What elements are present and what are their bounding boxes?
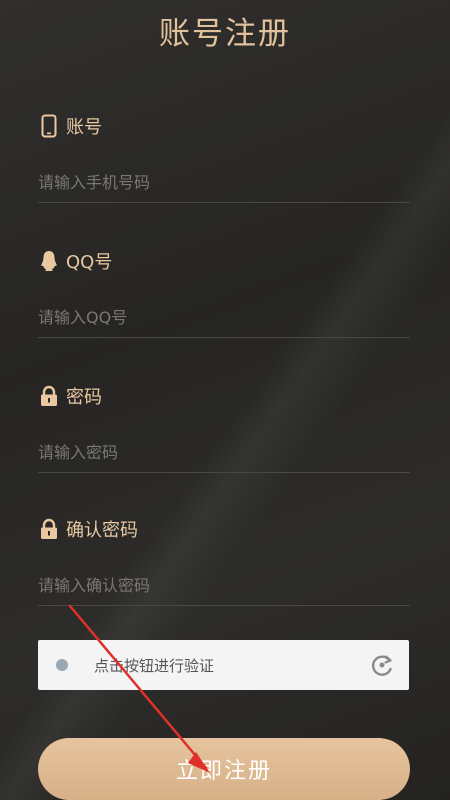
account-input-wrap bbox=[38, 162, 410, 203]
register-button[interactable]: 立即注册 bbox=[38, 738, 410, 800]
qq-input[interactable] bbox=[38, 297, 410, 337]
lock-icon bbox=[38, 517, 60, 541]
phone-icon bbox=[38, 114, 60, 138]
qq-penguin-icon bbox=[38, 249, 60, 273]
confirm-password-label-row: 确认密码 bbox=[38, 515, 138, 543]
confirm-password-label: 确认密码 bbox=[66, 520, 138, 541]
captcha-dot bbox=[56, 659, 68, 671]
captcha-verify-box[interactable]: 点击按钮进行验证 bbox=[38, 640, 409, 690]
password-label-row: 密码 bbox=[38, 382, 102, 410]
qq-input-wrap bbox=[38, 297, 410, 338]
password-label: 密码 bbox=[66, 387, 102, 408]
refresh-icon[interactable] bbox=[369, 652, 395, 678]
qq-label-row: QQ号 bbox=[38, 247, 112, 275]
account-input[interactable] bbox=[38, 162, 410, 202]
confirm-password-input[interactable] bbox=[38, 565, 410, 605]
password-input[interactable] bbox=[38, 432, 410, 472]
captcha-text: 点击按钮进行验证 bbox=[94, 656, 215, 675]
qq-label: QQ号 bbox=[66, 252, 113, 273]
lock-icon bbox=[38, 384, 60, 408]
password-input-wrap bbox=[38, 432, 410, 473]
confirm-password-input-wrap bbox=[38, 565, 410, 606]
page-title: 账号注册 bbox=[159, 16, 291, 52]
account-label: 账号 bbox=[66, 117, 102, 138]
account-label-row: 账号 bbox=[38, 112, 102, 140]
